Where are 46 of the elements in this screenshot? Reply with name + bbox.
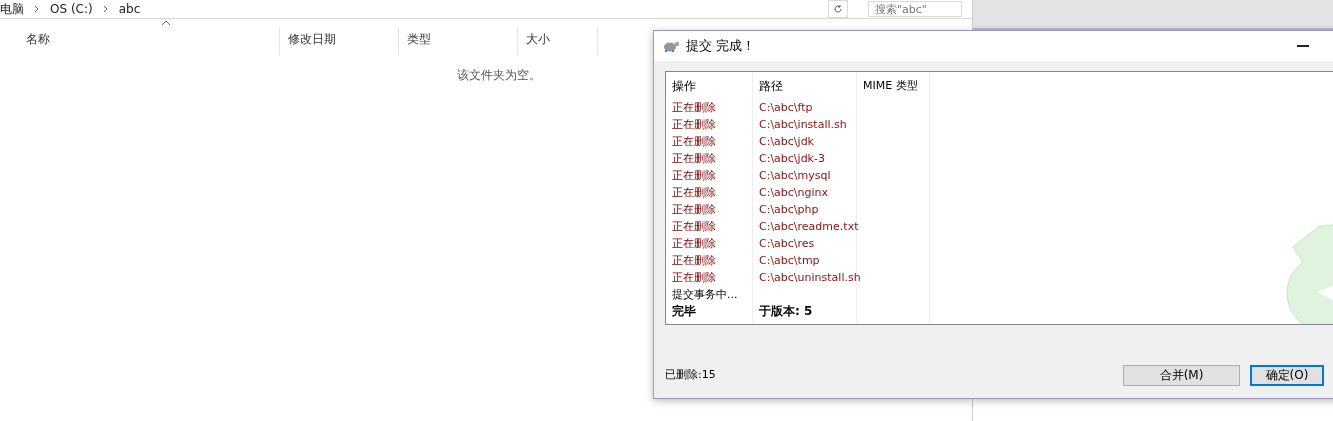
column-header[interactable]: 操作 (666, 72, 753, 99)
action-text: 正在删除 (672, 118, 716, 131)
path-text: C:\abc\ftp (759, 101, 813, 114)
action-text: 正在删除 (672, 152, 716, 165)
path-text: C:\abc\php (759, 203, 819, 216)
action-text: 正在删除 (672, 220, 716, 233)
action-text: 提交事务中... (672, 288, 738, 301)
path-text: C:\abc\uninstall.sh (759, 271, 861, 284)
path-text: C:\abc\jdk (759, 135, 814, 148)
path-text: C:\abc\res (759, 237, 815, 250)
path-text: C:\abc\nginx (759, 186, 829, 199)
column-header[interactable]: 修改日期 (280, 27, 399, 55)
dialog-button[interactable]: 合并(M) (1123, 365, 1240, 386)
column-header[interactable]: 路径 (753, 72, 857, 99)
refresh-button[interactable] (828, 0, 848, 18)
chevron-icon (34, 5, 40, 13)
action-text: 正在删除 (672, 135, 716, 148)
chevron-icon (102, 5, 109, 13)
column-header[interactable]: 大小 (518, 27, 598, 55)
action-text: 正在删除 (672, 237, 716, 250)
path-text: C:\abc\readme.txt (759, 220, 859, 233)
empty-folder-text: 该文件夹为空。 (457, 68, 541, 82)
refresh-icon (833, 4, 843, 14)
action-text: 正在删除 (672, 101, 716, 114)
action-text: 完毕 (672, 304, 696, 318)
column-header[interactable]: 名称 (18, 27, 280, 55)
action-text: 正在删除 (672, 271, 716, 284)
breadcrumb-item[interactable]: abc (118, 2, 141, 16)
status-text: 已删除:15 (665, 367, 716, 382)
column-header[interactable]: MIME 类型 (857, 72, 930, 99)
dialog-button[interactable]: 确定(O) (1250, 365, 1324, 386)
breadcrumb-item[interactable]: 电脑 (0, 0, 24, 18)
turtle-icon (662, 39, 680, 53)
path-text: 于版本: 5 (759, 304, 813, 318)
search-field[interactable]: 搜索"abc" (868, 1, 962, 17)
dialog-title: 提交 完成！ (686, 37, 756, 55)
breadcrumb-item[interactable]: OS (C:) (50, 2, 93, 16)
path-text: C:\abc\jdk-3 (759, 152, 825, 165)
action-text: 正在删除 (672, 186, 716, 199)
action-text: 正在删除 (672, 203, 716, 216)
path-text: C:\abc\tmp (759, 254, 820, 267)
path-text: C:\abc\mysql (759, 169, 831, 182)
column-header[interactable]: 类型 (399, 27, 518, 55)
action-text: 正在删除 (672, 254, 716, 267)
path-text: C:\abc\install.sh (759, 118, 847, 131)
action-text: 正在删除 (672, 169, 716, 182)
